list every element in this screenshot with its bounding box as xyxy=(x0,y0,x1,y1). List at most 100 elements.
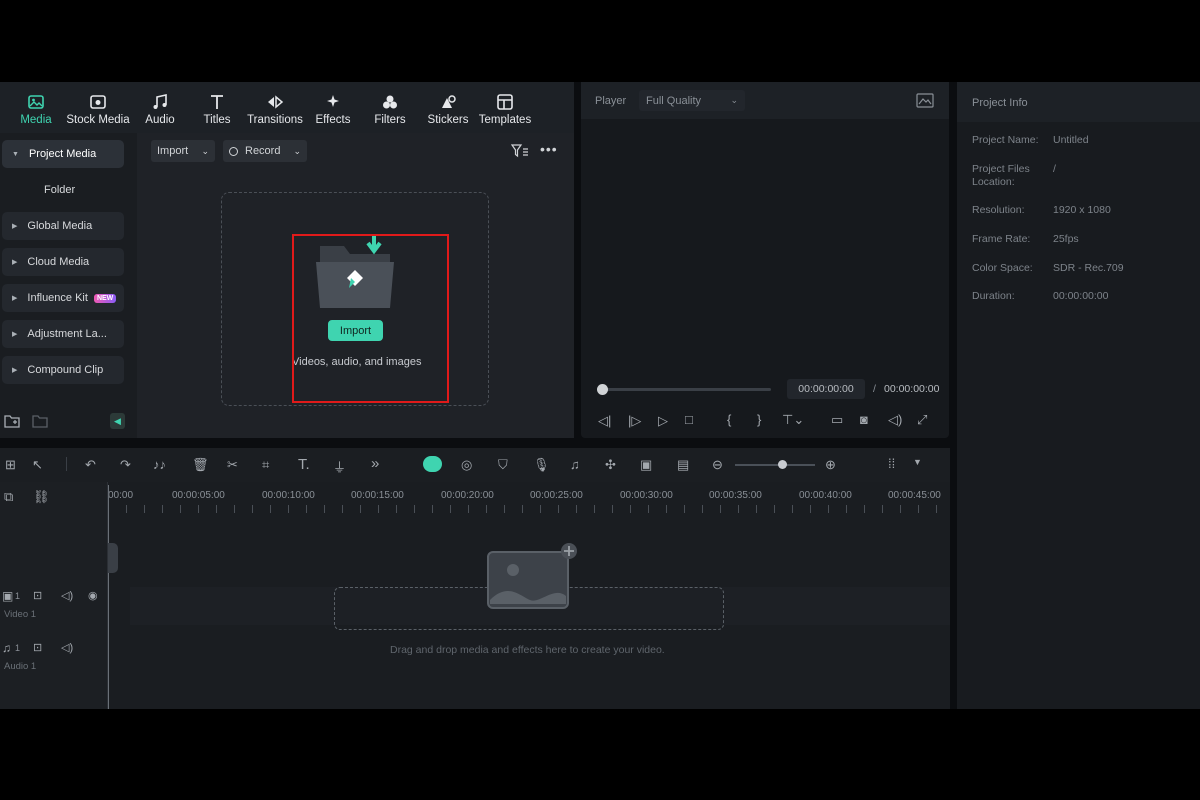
current-time-display[interactable]: 00:00:00:00 xyxy=(787,379,865,399)
filters-icon xyxy=(383,95,397,109)
add-media-placeholder-icon xyxy=(487,543,577,609)
project-info-title: Project Info xyxy=(972,97,1028,109)
ai-assistant-icon[interactable] xyxy=(423,456,442,472)
tab-transitions[interactable]: Transitions xyxy=(246,82,304,133)
play-icon[interactable]: ▷ xyxy=(658,413,668,429)
import-dropdown[interactable]: Import ⌄ xyxy=(151,140,215,162)
audio-edit-icon[interactable]: ♪♪ xyxy=(153,457,166,472)
sidebar-item-adjustment-layer[interactable]: ▶ Adjustment La... xyxy=(2,320,124,348)
delete-icon[interactable]: 🗑︎ xyxy=(192,457,209,473)
motion-track-icon[interactable]: ◎ xyxy=(461,457,472,473)
tab-stock-media[interactable]: Stock Media xyxy=(66,82,130,133)
eye-icon[interactable]: ◉ xyxy=(88,589,98,602)
caret-right-icon: ▶ xyxy=(12,259,18,266)
tab-label: Transitions xyxy=(247,114,303,126)
playhead-knob[interactable] xyxy=(597,384,608,395)
link-icon[interactable]: ⛓︎ xyxy=(33,489,50,505)
sticker-icon xyxy=(442,95,456,108)
zoom-in-icon[interactable]: ⊕ xyxy=(825,457,836,473)
zoom-slider-knob[interactable] xyxy=(778,460,787,469)
screen-record-icon[interactable]: ▣ xyxy=(640,457,652,473)
chevron-down-icon: ⌄ xyxy=(730,95,738,105)
collapse-panel-icon[interactable]: ◀ xyxy=(110,413,125,429)
previous-frame-icon[interactable]: ◁| xyxy=(598,413,611,429)
transitions-icon xyxy=(268,95,284,109)
duration-label: Duration: xyxy=(972,290,1015,302)
audio-adjust-icon[interactable]: ⏚ xyxy=(333,457,346,476)
tab-effects[interactable]: Effects xyxy=(313,82,353,133)
volume-icon[interactable]: ◁) xyxy=(888,412,902,428)
microphone-icon[interactable]: 🎙︎ xyxy=(533,457,550,473)
text-tool-icon[interactable]: T. xyxy=(298,456,310,473)
music-clip-icon[interactable]: ♫ xyxy=(570,457,580,472)
time-separator: / xyxy=(873,383,876,395)
stock-media-icon xyxy=(90,95,106,109)
playback-progress-track[interactable] xyxy=(601,388,771,391)
quality-select[interactable]: Full Quality ⌄ xyxy=(639,90,745,111)
camera-snapshot-icon[interactable]: ◙ xyxy=(860,412,868,427)
display-monitor-icon[interactable]: ▭ xyxy=(831,412,843,428)
mute-icon[interactable]: ◁) xyxy=(61,589,73,602)
crop-icon[interactable]: ⌗ xyxy=(262,457,269,473)
player-header xyxy=(581,82,949,119)
tab-label: Audio xyxy=(145,114,175,126)
sidebar-item-global-media[interactable]: ▶ Global Media xyxy=(2,212,124,240)
lock-icon[interactable]: ⊡ xyxy=(33,641,42,654)
more-options-icon[interactable]: ••• xyxy=(540,141,558,157)
redo-icon[interactable]: ↷ xyxy=(120,457,131,473)
next-frame-icon[interactable]: |▷ xyxy=(628,413,641,429)
auto-sync-icon[interactable]: ✣ xyxy=(605,457,616,473)
undo-icon[interactable]: ↶ xyxy=(85,457,96,473)
audio-track-number: 1 xyxy=(15,643,21,653)
sidebar-item-label: Folder xyxy=(44,184,76,196)
tab-media[interactable]: Media xyxy=(14,82,58,133)
playhead-line[interactable] xyxy=(108,485,109,709)
chevron-down-icon: ⌄ xyxy=(201,145,209,156)
caret-right-icon: ▶ xyxy=(12,223,18,230)
color-space-value: SDR - Rec.709 xyxy=(1053,262,1124,274)
chevron-down-icon[interactable]: ▼ xyxy=(913,457,922,467)
time-ruler[interactable] xyxy=(108,505,950,513)
track-layout-icon[interactable]: ⁞⁞ xyxy=(888,456,895,471)
sidebar-item-folder[interactable]: Folder xyxy=(44,184,75,196)
timeline-collapse-handle[interactable] xyxy=(108,543,118,573)
add-track-icon[interactable]: ⧉ xyxy=(4,489,13,505)
sidebar-item-label: Global Media xyxy=(27,220,93,232)
insert-clip-icon[interactable]: ⊤⌄ xyxy=(782,412,804,428)
sidebar-item-influence-kit[interactable]: ▶ Influence Kit NEW xyxy=(2,284,124,312)
toolbar-divider xyxy=(66,457,67,471)
lock-icon[interactable]: ⊡ xyxy=(33,589,42,602)
record-dropdown[interactable]: Record ⌄ xyxy=(223,140,307,162)
render-preview-icon[interactable]: ▤ xyxy=(677,457,689,473)
caret-down-icon: ▼ xyxy=(12,150,19,158)
tab-label: Stickers xyxy=(427,114,469,126)
sidebar-item-project-media[interactable]: ▼ Project Media xyxy=(2,140,124,168)
marker-icon[interactable]: ⛉ xyxy=(498,457,508,473)
tab-audio[interactable]: Audio xyxy=(140,82,180,133)
zoom-slider-track[interactable] xyxy=(735,464,815,466)
tab-stickers[interactable]: Stickers xyxy=(427,82,469,133)
tab-filters[interactable]: Filters xyxy=(370,82,410,133)
folder-icon[interactable] xyxy=(32,414,48,428)
tab-titles[interactable]: Titles xyxy=(197,82,237,133)
fullscreen-icon[interactable]: ⤢ xyxy=(917,412,927,428)
filter-sort-icon[interactable] xyxy=(511,144,529,158)
snapshot-image-icon[interactable] xyxy=(916,93,934,108)
select-pointer-icon[interactable]: ↖ xyxy=(32,457,43,473)
zoom-out-icon[interactable]: ⊖ xyxy=(712,457,723,473)
layout-grid-icon[interactable]: ⊞ xyxy=(5,457,16,473)
mute-icon[interactable]: ◁) xyxy=(61,641,73,654)
chevron-down-icon: ⌄ xyxy=(293,145,301,156)
sidebar-item-compound-clip[interactable]: ▶ Compound Clip xyxy=(2,356,124,384)
audio-track-icon: ♫ xyxy=(2,641,11,655)
mark-in-icon[interactable]: { xyxy=(727,412,731,427)
more-tools-icon[interactable]: » xyxy=(371,455,379,472)
sidebar-item-label: Influence Kit xyxy=(27,292,88,304)
sidebar-item-cloud-media[interactable]: ▶ Cloud Media xyxy=(2,248,124,276)
music-note-icon xyxy=(153,94,167,109)
mark-out-icon[interactable]: } xyxy=(757,412,761,427)
new-folder-icon[interactable] xyxy=(4,414,20,428)
stop-icon[interactable]: □ xyxy=(685,412,693,427)
split-scissors-icon[interactable]: ✂ xyxy=(227,457,238,473)
tab-templates[interactable]: Templates xyxy=(478,82,532,133)
